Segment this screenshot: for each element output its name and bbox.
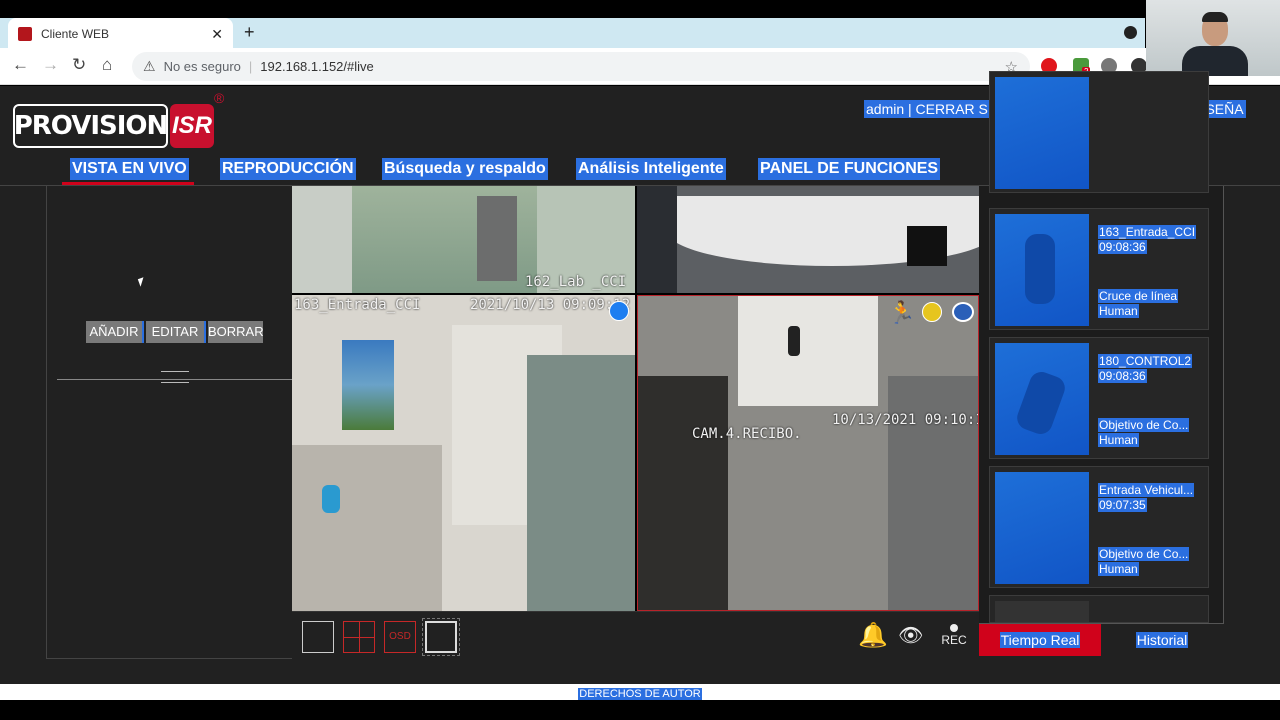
tab-history-label: Historial xyxy=(1135,632,1189,648)
event-card[interactable]: 180_CONTROL2 09:08:36 Objetivo de Co... … xyxy=(989,337,1209,459)
home-icon[interactable]: ⌂ xyxy=(102,55,112,75)
provision-logo: PROVISION xyxy=(13,104,168,148)
device-list-panel: AÑADIR EDITAR BORRAR xyxy=(46,186,293,659)
reload-icon[interactable]: ↻ xyxy=(72,55,86,75)
single-view-icon[interactable] xyxy=(302,621,334,653)
event-type: Objetivo de Co... xyxy=(1098,547,1190,561)
edit-button[interactable]: EDITAR xyxy=(146,321,206,343)
record-button[interactable]: REC xyxy=(941,621,967,653)
tab-history[interactable]: Historial xyxy=(1101,624,1223,656)
event-time: 09:08:36 xyxy=(1098,369,1147,383)
registered-mark: ® xyxy=(214,90,225,106)
camera-tile-4[interactable]: CAM.4.RECIBO. 10/13/2021 09:10:19 🏃 xyxy=(637,295,979,611)
camera-tile-2[interactable] xyxy=(637,186,979,293)
scene-wall xyxy=(292,186,352,293)
camera-4-name: CAM.4.RECIBO. xyxy=(692,426,802,442)
menu-search-backup[interactable]: Búsqueda y respaldo xyxy=(382,158,548,180)
alarm-dot-icon xyxy=(922,302,942,322)
record-dot-icon xyxy=(950,624,958,632)
camera-tile-1[interactable]: 162_Lab _CCI xyxy=(292,186,635,293)
menu-function-panel[interactable]: PANEL DE FUNCIONES xyxy=(758,158,941,180)
video-grid: 162_Lab _CCI 163_Entrada_CCI 2021/10/13 … xyxy=(292,186,979,611)
event-time: 09:08:36 xyxy=(1098,240,1147,254)
address-separator: | xyxy=(248,59,253,74)
panel-resize-handle[interactable] xyxy=(161,371,189,383)
event-target: Human xyxy=(1098,562,1139,576)
forward-icon[interactable]: → xyxy=(42,55,59,75)
bottom-black-bar xyxy=(0,700,1280,720)
event-title: 163_Entrada_CCI xyxy=(1098,225,1197,239)
menu-playback[interactable]: REPRODUCCIÓN xyxy=(220,158,356,180)
event-thumbnail xyxy=(995,601,1089,622)
camera-1-name: 162_Lab _CCI xyxy=(525,274,627,290)
event-type: Objetivo de Co... xyxy=(1098,418,1190,432)
presenter-hair xyxy=(1202,12,1228,22)
smart-event-icon xyxy=(952,302,974,322)
address-bar[interactable]: ⚠ No es seguro | 192.168.1.152/#live ☆ xyxy=(132,52,1030,81)
menu-smart-analysis[interactable]: Análisis Inteligente xyxy=(576,158,726,180)
video-toolbar: OSD 🔔 👁 REC xyxy=(292,611,979,659)
copyright-text: DERECHOS DE AUTOR xyxy=(578,688,702,700)
browser-tab[interactable]: Cliente WEB ✕ xyxy=(8,18,233,50)
scene-cabinet xyxy=(477,196,517,281)
webcam-overlay xyxy=(1146,0,1280,76)
panel-divider xyxy=(57,379,293,380)
delete-button[interactable]: BORRAR xyxy=(208,321,263,343)
event-card[interactable]: 163_Entrada_CCI 09:08:36 Cruce de línea … xyxy=(989,208,1209,330)
event-title: 180_CONTROL2 xyxy=(1098,354,1193,368)
osd-toggle-icon[interactable]: OSD xyxy=(384,621,416,653)
camera-3-timestamp: 2021/10/13 09:09:12 xyxy=(470,297,631,313)
event-type: Cruce de línea xyxy=(1098,289,1179,303)
favicon-icon xyxy=(18,27,32,41)
scene-desk-area xyxy=(292,445,442,611)
events-tabs: Tiempo Real Historial xyxy=(979,623,1224,656)
page-footer: DERECHOS DE AUTOR xyxy=(0,684,1280,700)
fullscreen-icon[interactable] xyxy=(422,618,460,656)
close-tab-icon[interactable]: ✕ xyxy=(211,26,223,43)
privacy-eye-icon[interactable]: 👁 xyxy=(898,621,928,653)
isr-logo: ISR xyxy=(170,104,214,148)
camera-3-name: 163_Entrada_CCI xyxy=(294,297,421,313)
record-label: REC xyxy=(941,633,967,647)
event-title: Entrada Vehicul... xyxy=(1098,483,1195,497)
new-tab-icon[interactable]: + xyxy=(244,22,255,43)
security-label: No es seguro xyxy=(163,59,241,74)
scene-monitor xyxy=(907,226,947,266)
scene-painting xyxy=(342,340,394,430)
add-button[interactable]: AÑADIR xyxy=(86,321,144,343)
back-icon[interactable]: ← xyxy=(12,55,29,75)
tab-title: Cliente WEB xyxy=(41,27,110,41)
scene-doorway xyxy=(738,296,878,406)
camera-tile-3[interactable]: 163_Entrada_CCI 2021/10/13 09:09:12 xyxy=(292,295,635,611)
camera-4-timestamp: 10/13/2021 09:10:19 xyxy=(832,412,979,428)
scene-cabinet xyxy=(638,376,728,610)
status-dot-icon xyxy=(609,301,629,321)
scene-person xyxy=(788,326,800,356)
warning-icon: ⚠ xyxy=(143,58,156,74)
quad-view-icon[interactable] xyxy=(343,621,375,653)
event-time: 09:07:35 xyxy=(1098,498,1147,512)
event-thumbnail xyxy=(995,214,1089,326)
event-thumbnail xyxy=(995,343,1089,455)
menu-live-view[interactable]: VISTA EN VIVO xyxy=(70,158,189,180)
event-card-partial-top[interactable] xyxy=(989,71,1209,193)
event-thumbnail xyxy=(995,77,1089,189)
tab-realtime-label: Tiempo Real xyxy=(999,632,1081,648)
alarm-bell-icon[interactable]: 🔔 xyxy=(858,621,888,653)
scene-person xyxy=(322,485,340,513)
events-panel: 163_Entrada_CCI 09:08:36 Cruce de línea … xyxy=(979,71,1224,623)
event-card-partial-bottom[interactable] xyxy=(989,595,1209,623)
url-text: 192.168.1.152/#live xyxy=(260,59,374,74)
scene-glass-wall xyxy=(527,355,635,611)
event-target: Human xyxy=(1098,433,1139,447)
motion-detection-icon: 🏃 xyxy=(888,300,916,325)
event-card[interactable]: Entrada Vehicul... 09:07:35 Objetivo de … xyxy=(989,466,1209,588)
scene-door xyxy=(637,186,677,293)
event-thumbnail xyxy=(995,472,1089,584)
tab-search-icon[interactable] xyxy=(1124,26,1137,39)
event-target: Human xyxy=(1098,304,1139,318)
tab-realtime[interactable]: Tiempo Real xyxy=(979,624,1101,656)
